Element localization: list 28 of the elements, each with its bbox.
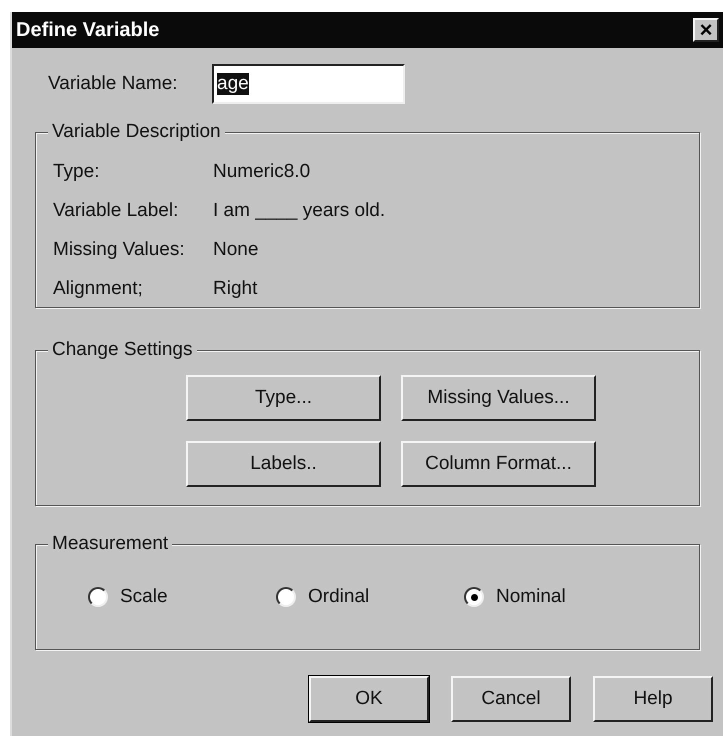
radio-label: Scale: [120, 584, 168, 609]
description-label: Variable Label:: [53, 199, 180, 224]
radio-label: Ordinal: [308, 584, 370, 609]
description-label: Type:: [53, 160, 100, 184]
settings-button[interactable]: Missing Values...: [401, 375, 596, 421]
description-label: Missing Values:: [53, 238, 186, 262]
description-value: I am ____ years old.: [213, 199, 386, 224]
field-label: Variable Name:: [48, 72, 179, 96]
settings-button[interactable]: Labels..: [186, 441, 381, 487]
description-value: None: [213, 238, 258, 262]
variable-name-field[interactable]: age: [212, 64, 405, 104]
dialog-button[interactable]: OK: [309, 676, 429, 722]
window-title: Define Variable: [16, 18, 160, 43]
group-title: Change Settings: [48, 338, 196, 362]
close-button[interactable]: ×: [693, 18, 719, 42]
settings-button[interactable]: Column Format...: [401, 441, 596, 487]
radio-button[interactable]: [88, 587, 108, 607]
field-value: age: [217, 73, 249, 95]
radio-button[interactable]: [276, 587, 296, 607]
radio-button[interactable]: [464, 587, 484, 607]
group-title: Variable Description: [48, 120, 225, 144]
settings-button[interactable]: Type...: [186, 375, 381, 421]
description-value: Numeric8.0: [213, 160, 310, 184]
description-label: Alignment;: [53, 277, 144, 302]
dialog-button[interactable]: Help: [593, 676, 713, 722]
dialog-button[interactable]: Cancel: [451, 676, 571, 722]
description-value: Right: [213, 277, 258, 302]
radio-label: Nominal: [496, 584, 566, 609]
